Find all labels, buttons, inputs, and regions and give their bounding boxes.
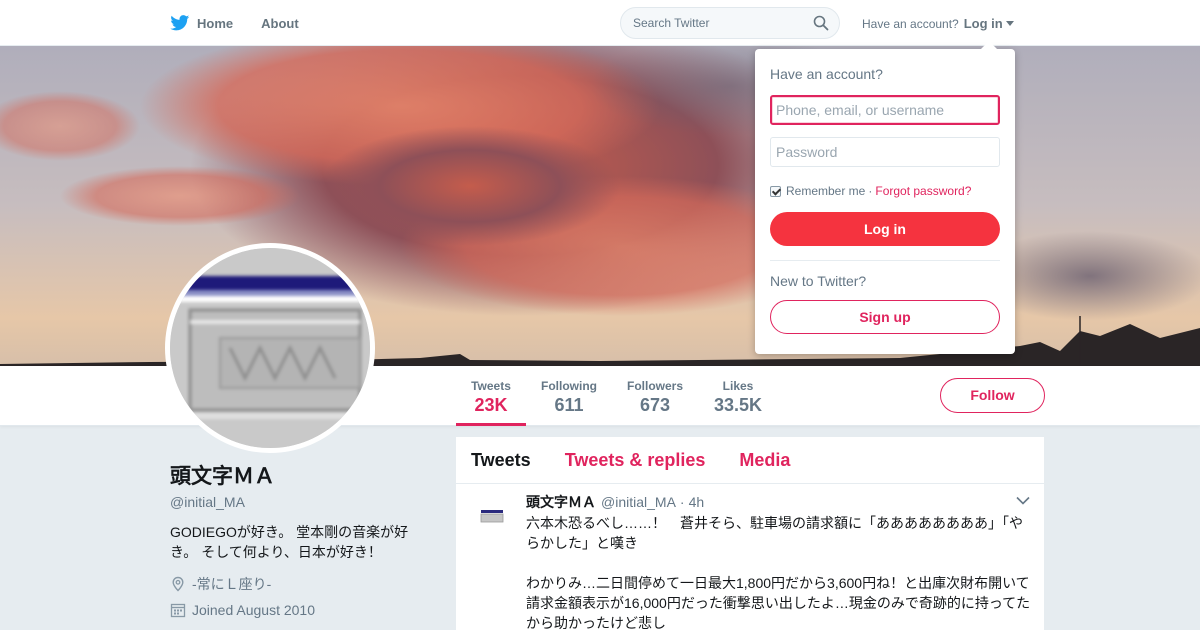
username-field[interactable]	[770, 95, 1000, 125]
stat-followers-value: 673	[639, 395, 671, 415]
home-link[interactable]: Home	[170, 15, 233, 31]
follow-button[interactable]: Follow	[940, 378, 1045, 413]
tab-tweets-replies[interactable]: Tweets & replies	[565, 450, 706, 471]
stat-followers-label: Followers	[626, 379, 683, 393]
tweet-avatar[interactable]	[478, 506, 506, 526]
tweet-timestamp[interactable]: 4h	[689, 494, 705, 510]
top-nav: Home About Have an account? Log in	[0, 0, 1200, 46]
remember-label[interactable]: Remember me	[786, 184, 865, 198]
profile-joined: Joined August 2010	[170, 602, 430, 618]
joined-text: Joined August 2010	[192, 602, 315, 618]
profile-bio: GODIEGOが好き。 堂本剛の音楽が好き。 そして何より、日本が好き！	[170, 524, 409, 560]
search-icon[interactable]	[813, 15, 829, 31]
stat-likes[interactable]: Likes 33.5K	[703, 366, 773, 426]
stat-tweets[interactable]: Tweets 23K	[456, 366, 526, 426]
stat-followers[interactable]: Followers 673	[620, 366, 690, 426]
profile-card: 頭文字ＭＡ @initial_MA GODIEGOが好き。 堂本剛の音楽が好き。…	[170, 460, 430, 618]
avatar-picture	[170, 248, 370, 448]
tweet-header: 頭文字ＭＡ @initial_MA · 4h	[526, 492, 1032, 512]
password-field[interactable]	[770, 137, 1000, 167]
twitter-bird-icon	[170, 15, 190, 31]
search-box	[620, 7, 840, 39]
caret-down-icon	[1005, 21, 1014, 26]
avatar-image	[170, 248, 370, 448]
profile-location: -常にＬ座り-	[170, 574, 430, 594]
stat-following[interactable]: Following 611	[534, 366, 604, 426]
display-name[interactable]: 頭文字ＭＡ	[170, 460, 430, 490]
remember-separator: ·	[868, 184, 873, 198]
about-link[interactable]: About	[261, 16, 299, 31]
home-label: Home	[197, 15, 234, 31]
stat-following-value: 611	[554, 395, 584, 415]
login-toggle[interactable]: Log in	[964, 16, 1014, 31]
have-account-label: Have an account?	[862, 16, 959, 31]
new-to-twitter-label: New to Twitter?	[770, 273, 867, 289]
tweet-author-handle[interactable]: @initial_MA	[601, 494, 676, 510]
stat-likes-label: Likes	[722, 379, 754, 393]
stat-following-label: Following	[541, 379, 597, 393]
chevron-down-icon[interactable]	[1016, 496, 1030, 505]
login-dropdown: Have an account? Remember me · Forgot pa…	[755, 41, 1015, 354]
tab-tweets[interactable]: Tweets	[471, 450, 531, 471]
divider	[770, 260, 1000, 261]
remember-checkbox[interactable]	[770, 185, 781, 197]
signup-button[interactable]: Sign up	[770, 300, 1000, 334]
login-button[interactable]: Log in	[770, 212, 1000, 246]
search-input[interactable]	[633, 8, 803, 38]
timeline-tabs: Tweets Tweets & replies Media	[456, 437, 1044, 484]
tweet-dot: ·	[679, 494, 685, 510]
remember-row: Remember me · Forgot password?	[770, 184, 971, 198]
screen-name[interactable]: @initial_MA	[170, 494, 430, 510]
have-account: Have an account? Log in	[862, 16, 1014, 31]
tweet-text: 六本木恐るべし……！ 蒼井そら、駐車場の請求額に「ああああああああ」「やらかした…	[526, 515, 1031, 630]
tab-media[interactable]: Media	[739, 450, 790, 471]
stat-likes-value: 33.5K	[713, 395, 763, 415]
avatar[interactable]	[165, 243, 375, 453]
nav-left: Home About	[170, 0, 327, 46]
login-dropdown-title: Have an account?	[770, 66, 883, 82]
timeline: Tweets Tweets & replies Media 頭文字ＭＡ @ini…	[456, 437, 1044, 630]
tweet-author-name[interactable]: 頭文字ＭＡ	[526, 492, 596, 512]
stat-tweets-label: Tweets	[471, 379, 511, 393]
location-text: -常にＬ座り-	[192, 576, 272, 592]
forgot-password-link[interactable]: Forgot password?	[875, 184, 971, 198]
calendar-icon	[170, 603, 186, 618]
login-toggle-label: Log in	[963, 16, 1003, 31]
tweet-item[interactable]: 頭文字ＭＡ @initial_MA · 4h 六本木恐るべし……！ 蒼井そら、駐…	[456, 484, 1044, 630]
location-icon	[172, 576, 184, 592]
stat-tweets-value: 23K	[474, 395, 508, 415]
